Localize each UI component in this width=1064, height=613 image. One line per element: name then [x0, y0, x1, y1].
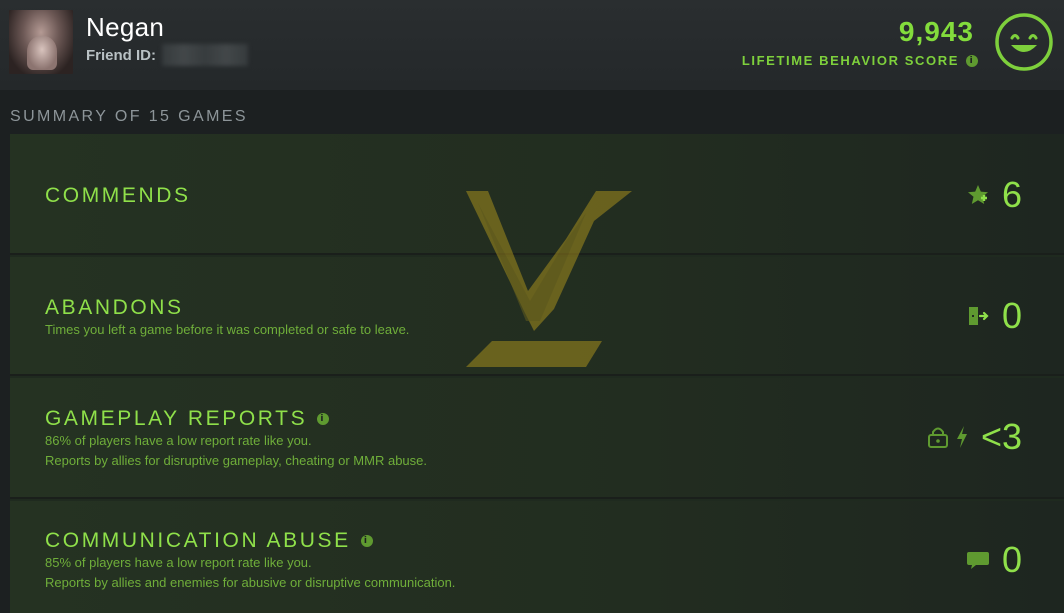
communication-abuse-title-text: COMMUNICATION ABUSE	[45, 529, 351, 552]
behavior-logo-watermark	[466, 191, 632, 367]
gameplay-reports-count: <3	[980, 416, 1022, 457]
communication-abuse-value: 0	[966, 539, 1022, 581]
behavior-score-value: 9,943	[898, 16, 974, 47]
lightning-icon	[956, 426, 967, 448]
abandons-value: 0	[966, 295, 1022, 337]
gameplay-reports-title-text: GAMEPLAY REPORTS	[45, 407, 308, 430]
commends-title: COMMENDS	[45, 184, 191, 208]
friend-id-label: Friend ID:	[86, 47, 156, 64]
behavior-score-label-text: LIFETIME BEHAVIOR SCORE	[741, 53, 959, 68]
lock-icon	[927, 427, 948, 448]
info-icon[interactable]: i	[317, 413, 330, 425]
communication-abuse-title: COMMUNICATION ABUSE i	[45, 529, 373, 553]
speech-bubble-icon	[966, 552, 989, 569]
friend-id-value-blurred	[162, 44, 248, 66]
username: Negan	[86, 12, 165, 42]
gameplay-reports-percentile: 86% of players have a low report rate li…	[45, 433, 312, 448]
abandons-description: Times you left a game before it was comp…	[45, 322, 410, 337]
commends-value: 6	[966, 174, 1022, 216]
smiley-face-icon	[995, 13, 1053, 71]
gameplay-reports-value: <3	[927, 416, 1022, 458]
communication-abuse-percentile: 85% of players have a low report rate li…	[45, 555, 312, 570]
gameplay-reports-description: Reports by allies for disruptive gamepla…	[45, 453, 427, 468]
communication-abuse-description: Reports by allies and enemies for abusiv…	[45, 575, 456, 590]
info-icon[interactable]: i	[966, 54, 978, 67]
behavior-score-label: LIFETIME BEHAVIOR SCORE i	[742, 53, 978, 68]
abandons-title: ABANDONS	[45, 296, 184, 320]
info-icon[interactable]: i	[360, 535, 373, 547]
profile-header: Negan Friend ID: 9,943 LIFETIME BEHAVIOR…	[0, 0, 1064, 90]
commends-title-text: COMMENDS	[45, 184, 191, 207]
communication-abuse-count: 0	[1001, 539, 1022, 580]
exit-door-icon	[968, 307, 989, 325]
abandons-count: 0	[1001, 295, 1022, 336]
gameplay-reports-title: GAMEPLAY REPORTS i	[45, 407, 330, 431]
abandons-title-text: ABANDONS	[45, 296, 184, 319]
avatar[interactable]	[9, 10, 73, 74]
commends-count: 6	[1001, 174, 1022, 215]
communication-abuse-row: COMMUNICATION ABUSE i 85% of players hav…	[10, 501, 1064, 613]
summary-title: SUMMARY OF 15 GAMES	[10, 108, 248, 125]
gameplay-reports-row: GAMEPLAY REPORTS i 86% of players have a…	[10, 378, 1064, 499]
star-icon	[967, 185, 988, 204]
